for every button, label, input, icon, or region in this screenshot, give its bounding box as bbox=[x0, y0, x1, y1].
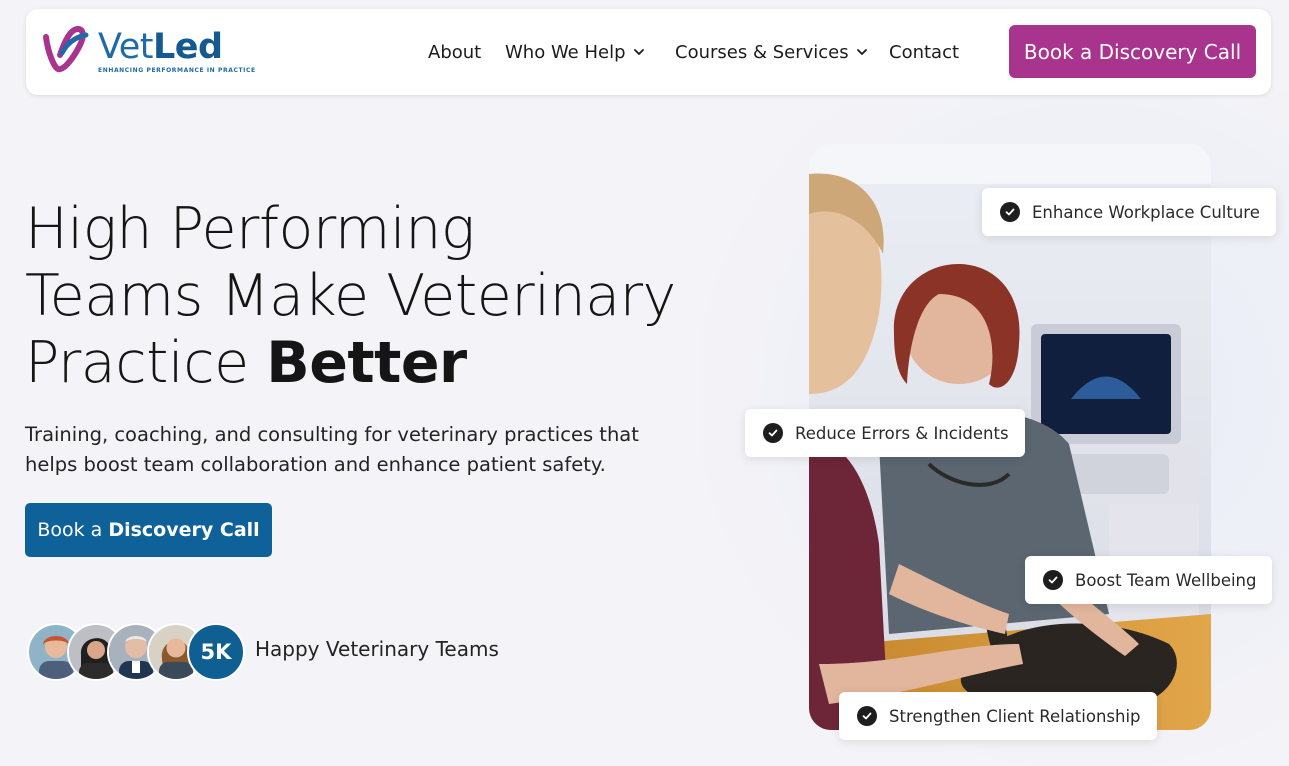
benefit-label: Strengthen Client Relationship bbox=[889, 706, 1141, 726]
logo-mark-icon bbox=[43, 25, 89, 73]
logo-wordmark: VetLed bbox=[98, 27, 223, 67]
chevron-down-icon bbox=[856, 49, 867, 55]
happy-teams-count-badge: 5K bbox=[187, 623, 245, 681]
check-circle-icon bbox=[763, 423, 783, 443]
chevron-down-icon bbox=[633, 49, 644, 55]
nav-item-contact[interactable]: Contact bbox=[889, 39, 959, 65]
nav-item-who-we-help[interactable]: Who We Help bbox=[505, 39, 646, 65]
hero-title: High Performing Teams Make Veterinary Pr… bbox=[25, 196, 676, 396]
benefit-chip-reduce-errors: Reduce Errors & Incidents bbox=[745, 409, 1025, 457]
happy-teams-label: Happy Veterinary Teams bbox=[255, 637, 499, 661]
nav-item-about[interactable]: About bbox=[428, 39, 481, 65]
benefit-label: Boost Team Wellbeing bbox=[1075, 570, 1257, 590]
vetled-logo[interactable]: VetLed ENHANCING PERFORMANCE IN PRACTICE bbox=[40, 23, 255, 79]
site-header: VetLed ENHANCING PERFORMANCE IN PRACTICE… bbox=[26, 9, 1271, 95]
benefit-chip-client-relationship: Strengthen Client Relationship bbox=[839, 692, 1157, 740]
check-circle-icon bbox=[857, 706, 877, 726]
logo-tagline: ENHANCING PERFORMANCE IN PRACTICE bbox=[98, 67, 256, 74]
benefit-chip-workplace-culture: Enhance Workplace Culture bbox=[982, 188, 1276, 236]
nav-label: About bbox=[428, 41, 482, 63]
nav-label: Courses & Services bbox=[675, 41, 849, 63]
nav-label: Contact bbox=[889, 41, 960, 63]
check-circle-icon bbox=[1000, 202, 1020, 222]
benefit-chip-team-wellbeing: Boost Team Wellbeing bbox=[1025, 556, 1273, 604]
book-discovery-call-header-button[interactable]: Book a Discovery Call bbox=[1009, 25, 1256, 78]
check-circle-icon bbox=[1043, 570, 1063, 590]
benefit-label: Reduce Errors & Incidents bbox=[795, 423, 1009, 443]
nav-item-courses-services[interactable]: Courses & Services bbox=[675, 39, 869, 65]
nav-label: Who We Help bbox=[505, 41, 626, 63]
book-discovery-call-hero-button[interactable]: Book a Discovery Call bbox=[25, 503, 272, 557]
hero-subtitle: Training, coaching, and consulting for v… bbox=[25, 423, 639, 476]
benefit-label: Enhance Workplace Culture bbox=[1032, 202, 1260, 222]
